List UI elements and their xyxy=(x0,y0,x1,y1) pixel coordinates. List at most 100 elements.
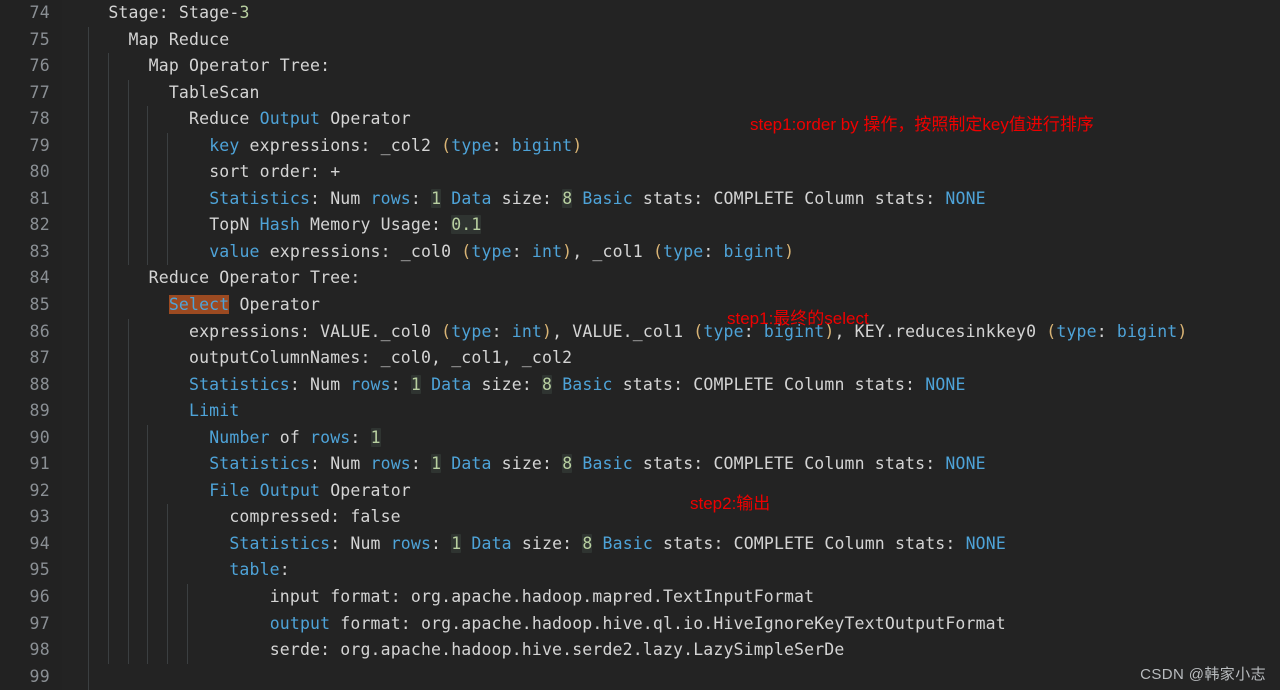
line-number: 88 xyxy=(29,374,50,394)
code-token: Data xyxy=(471,533,512,553)
code-token: Operator xyxy=(320,109,411,129)
line-number: 87 xyxy=(29,348,50,368)
code-token: ( xyxy=(1046,321,1057,341)
code-token: expressions: _col0 xyxy=(259,241,462,261)
code-token: bigint xyxy=(511,135,573,155)
code-token: rows xyxy=(370,454,411,474)
code-line[interactable]: value expressions: _col0 (type: int), _c… xyxy=(62,238,1280,266)
code-token: stats: COMPLETE Column stats: xyxy=(652,533,966,553)
code-token: bigint xyxy=(1116,321,1178,341)
code-token: ) xyxy=(562,241,573,261)
annotation-step2-output: step2:输出 xyxy=(690,494,771,513)
code-token: Statistics xyxy=(229,533,331,553)
code-line[interactable]: expressions: VALUE._col0 (type: int), VA… xyxy=(62,318,1280,346)
code-token: 1 xyxy=(410,374,421,394)
code-token: value xyxy=(209,241,260,261)
code-line[interactable]: Reduce Operator Tree: xyxy=(62,265,1280,293)
code-token: Map Operator Tree: xyxy=(148,56,331,76)
code-token: compressed: false xyxy=(229,507,401,527)
code-token: stats: COMPLETE Column stats: xyxy=(612,374,926,394)
line-number: 98 xyxy=(29,640,50,660)
code-line[interactable]: Limit xyxy=(62,398,1280,425)
code-line[interactable]: Statistics: Num rows: 1 Data size: 8 Bas… xyxy=(62,451,1280,478)
code-token: bigint xyxy=(723,241,785,261)
code-line[interactable]: Reduce Output Operator xyxy=(62,106,1280,133)
code-line[interactable]: Statistics: Num rows: 1 Data size: 8 Bas… xyxy=(62,371,1280,399)
code-token: Stage: Stage- xyxy=(108,3,240,22)
indent-guide xyxy=(87,663,89,690)
code-token: Reduce Operator Tree: xyxy=(148,268,361,288)
code-token: ( xyxy=(693,321,704,341)
code-token: File Output xyxy=(209,480,321,500)
watermark: CSDN @韩家小志 xyxy=(1140,666,1266,683)
code-line[interactable]: Map Operator Tree: xyxy=(62,53,1280,80)
code-token: 8 xyxy=(582,533,593,553)
code-token: Hash xyxy=(259,215,300,235)
code-line-text: Statistics: Num rows: 1 Data size: 8 Bas… xyxy=(62,531,1006,558)
code-line[interactable]: Statistics: Num rows: 1 Data size: 8 Bas… xyxy=(62,185,1280,213)
code-token: 1 xyxy=(431,188,442,208)
code-line[interactable]: TopN Hash Memory Usage: 0.1 xyxy=(62,212,1280,239)
code-token: 8 xyxy=(562,188,573,208)
code-line-text: TableScan xyxy=(62,80,260,107)
code-line[interactable]: serde: org.apache.hadoop.hive.serde2.laz… xyxy=(62,637,1280,664)
code-line-text: serde: org.apache.hadoop.hive.serde2.laz… xyxy=(62,637,845,664)
line-number: 77 xyxy=(29,82,50,102)
code-line[interactable]: Select Operator xyxy=(62,292,1280,319)
code-token: size: xyxy=(471,374,543,394)
code-token: expressions: VALUE._col0 xyxy=(189,321,442,341)
indent-guides xyxy=(62,663,1280,690)
code-line[interactable]: Number of rows: 1 xyxy=(62,424,1280,452)
code-token: 1 xyxy=(451,533,462,553)
code-token: ) xyxy=(572,135,583,155)
code-token: NONE xyxy=(965,533,1006,553)
code-line[interactable]: outputColumnNames: _col0, _col1, _col2 xyxy=(62,345,1280,372)
code-line[interactable]: File Output Operator xyxy=(62,477,1280,505)
code-token: Basic xyxy=(582,188,633,208)
code-line[interactable]: TableScan xyxy=(62,79,1280,107)
code-line[interactable]: Map Reduce xyxy=(62,26,1280,54)
code-line-text: value expressions: _col0 (type: int), _c… xyxy=(62,239,794,266)
code-line-text: Map Reduce xyxy=(62,27,230,54)
code-token: : Num xyxy=(289,374,351,394)
code-line[interactable]: Stage: Stage-3 xyxy=(62,0,1280,27)
code-token: Reduce xyxy=(189,109,260,129)
code-line[interactable]: output format: org.apache.hadoop.hive.ql… xyxy=(62,610,1280,638)
code-token: : xyxy=(511,241,532,261)
code-line-text: Stage: Stage-3 xyxy=(62,0,250,27)
code-token: NONE xyxy=(945,188,986,208)
code-token: int xyxy=(511,321,542,341)
code-token: 1 xyxy=(370,427,381,447)
code-line[interactable]: sort order: + xyxy=(62,159,1280,186)
code-token: TopN xyxy=(209,215,260,235)
line-number: 75 xyxy=(29,29,50,49)
code-token: 3 xyxy=(239,3,250,22)
code-token: Select xyxy=(168,295,230,315)
code-line[interactable]: table: xyxy=(62,557,1280,585)
code-token: : xyxy=(1096,321,1117,341)
code-token: type xyxy=(471,241,512,261)
code-line[interactable]: input format: org.apache.hadoop.mapred.T… xyxy=(62,584,1280,611)
code-token: expressions: _col2 xyxy=(239,135,442,155)
code-token: Basic xyxy=(602,533,653,553)
code-token: 0.1 xyxy=(451,215,482,235)
code-line[interactable]: key expressions: _col2 (type: bigint) xyxy=(62,132,1280,160)
code-line[interactable]: compressed: false xyxy=(62,504,1280,531)
code-token: 8 xyxy=(562,454,573,474)
code-token: : xyxy=(350,427,371,447)
code-line[interactable]: Statistics: Num rows: 1 Data size: 8 Bas… xyxy=(62,530,1280,558)
code-token: rows xyxy=(310,427,351,447)
code-token: Basic xyxy=(562,374,613,394)
code-editor-content[interactable]: Stage: Stage-3 Map Reduce Map Operator T… xyxy=(62,0,1280,690)
code-line[interactable] xyxy=(62,663,1280,690)
